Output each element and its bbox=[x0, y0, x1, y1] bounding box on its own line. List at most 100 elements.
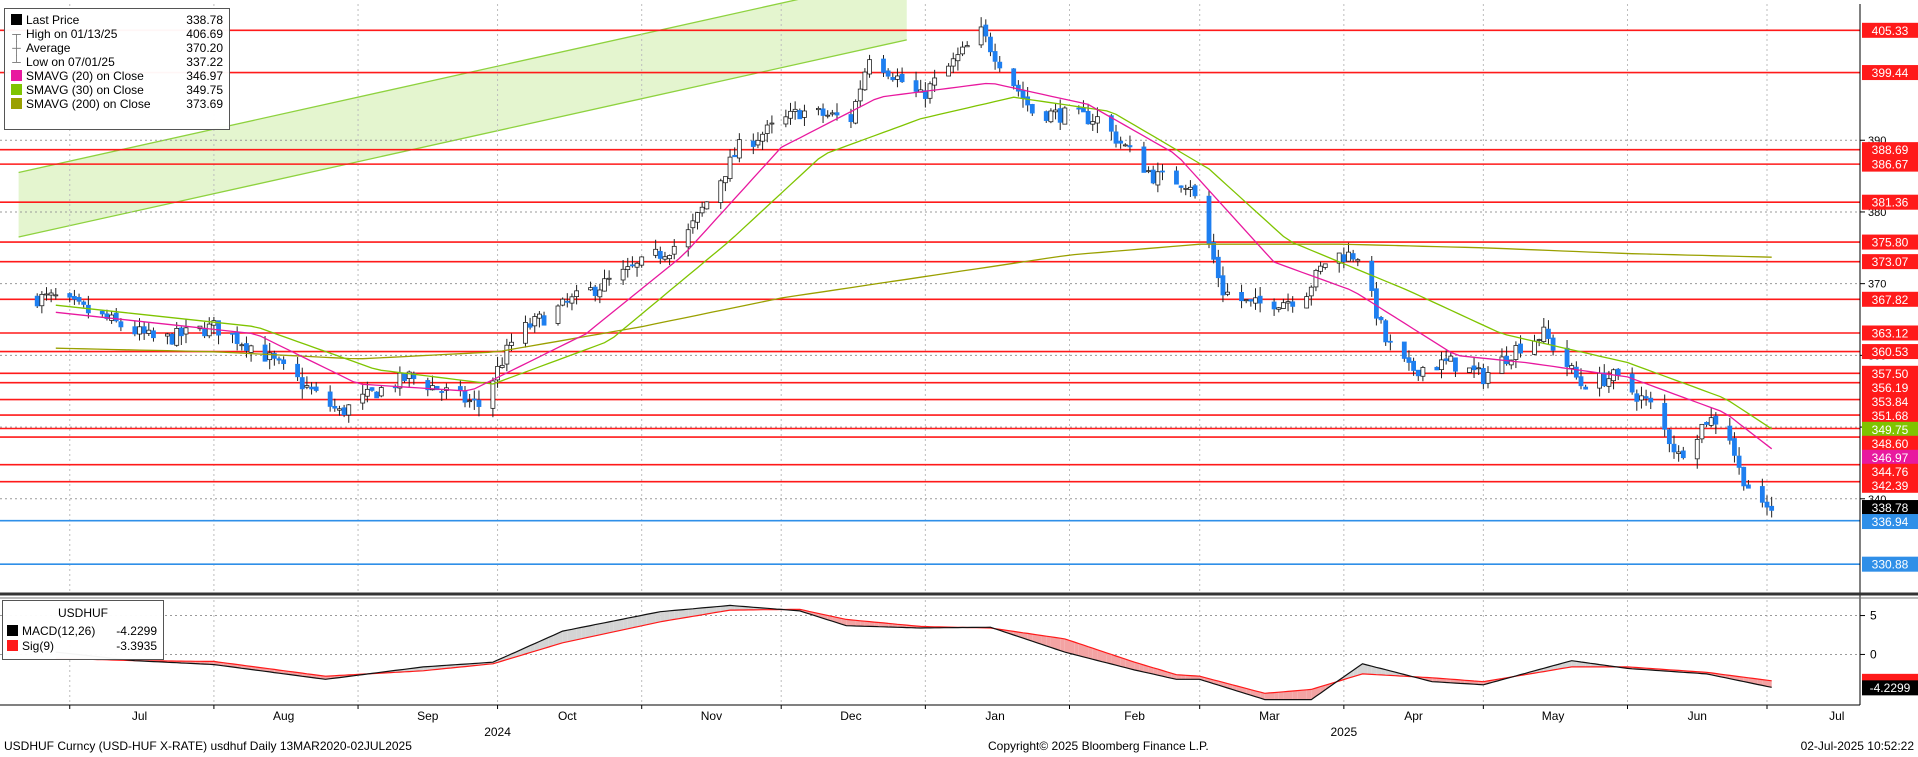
candle-body bbox=[848, 114, 854, 123]
candle-body bbox=[1174, 170, 1179, 185]
candle-body bbox=[695, 212, 700, 223]
candle-body bbox=[1704, 422, 1709, 425]
candle-body bbox=[820, 108, 826, 116]
macd-histogram-fill bbox=[1074, 642, 1079, 656]
level-label-text: 405.33 bbox=[1872, 24, 1909, 38]
candle-body bbox=[1643, 396, 1649, 399]
candle-body bbox=[1420, 367, 1426, 377]
axis-tick-label: 370 bbox=[1868, 279, 1886, 291]
candle-body bbox=[1471, 365, 1477, 371]
month-label: Dec bbox=[840, 709, 861, 723]
candle-body bbox=[946, 65, 951, 77]
candle-body bbox=[1671, 443, 1677, 453]
candle-body bbox=[81, 301, 87, 305]
candle-body bbox=[639, 256, 645, 266]
candle-body bbox=[1732, 438, 1737, 456]
candle-body bbox=[662, 256, 668, 260]
level-label-text: 330.88 bbox=[1872, 558, 1909, 572]
macd-histogram-fill bbox=[641, 614, 647, 626]
level-label-text: 360.53 bbox=[1872, 345, 1909, 359]
level-label-text: 386.67 bbox=[1872, 158, 1909, 172]
level-label-text: 373.07 bbox=[1872, 255, 1909, 269]
candle-body bbox=[44, 293, 49, 296]
candle-body bbox=[1350, 253, 1356, 260]
candle-body bbox=[950, 58, 956, 67]
time-axis: Jul Aug Sep Oct Nov Dec Jan Feb Mar Apr May Jun Jul 2… bbox=[0, 704, 1860, 739]
level-label-text: 353.84 bbox=[1872, 395, 1909, 409]
candle-body bbox=[174, 328, 180, 346]
month-label: Feb bbox=[1124, 709, 1145, 723]
level-label-text: 399.44 bbox=[1872, 66, 1909, 80]
macd-histogram-fill bbox=[1283, 691, 1288, 700]
level-label-text: 349.75 bbox=[1872, 423, 1909, 437]
candle-body bbox=[1053, 109, 1058, 113]
candle-body bbox=[704, 201, 710, 210]
legend-label: SMAVG (30) on Close bbox=[26, 83, 144, 97]
candle-body bbox=[718, 180, 724, 203]
legend-row-last-price: Last Price 338.78 bbox=[11, 13, 223, 27]
candle-body bbox=[1615, 368, 1621, 376]
level-label-text: 342.39 bbox=[1872, 479, 1909, 493]
candle-body bbox=[1192, 185, 1198, 197]
candle-body bbox=[39, 293, 45, 307]
legend-swatch bbox=[11, 70, 22, 81]
candle-body bbox=[1141, 146, 1147, 173]
candle-body bbox=[1564, 347, 1570, 367]
candle-body bbox=[1281, 302, 1286, 309]
candle-body bbox=[1485, 372, 1491, 384]
macd-histogram-fill bbox=[683, 609, 689, 618]
candle-body bbox=[151, 330, 156, 339]
candle-body bbox=[1155, 171, 1161, 186]
candle-body bbox=[1308, 286, 1314, 297]
macd-histogram-fill bbox=[1064, 638, 1070, 654]
level-label-text: 356.19 bbox=[1872, 381, 1909, 395]
candle-body bbox=[1541, 326, 1547, 343]
macd-histogram-fill bbox=[1306, 689, 1312, 700]
candle-body bbox=[1476, 367, 1482, 370]
level-label-text: 344.76 bbox=[1872, 465, 1909, 479]
candle-body bbox=[932, 77, 938, 86]
candle-body bbox=[1271, 301, 1277, 310]
legend-value: 406.69 bbox=[186, 27, 223, 41]
level-label-text: 388.69 bbox=[1872, 143, 1909, 157]
candle-body bbox=[1480, 368, 1486, 385]
candle-body bbox=[978, 26, 984, 46]
candle-body bbox=[1680, 450, 1686, 459]
candle-body bbox=[1020, 90, 1026, 99]
candle-body bbox=[764, 124, 770, 134]
macd-histogram-fill bbox=[572, 628, 577, 641]
candle-body bbox=[76, 296, 82, 302]
candle-body bbox=[1606, 378, 1612, 387]
macd-histogram-fill bbox=[590, 624, 596, 637]
footer-copyright: Copyright© 2025 Bloomberg Finance L.P. bbox=[988, 739, 1209, 753]
legend-label: Sig(9) bbox=[22, 639, 55, 653]
legend-swatch bbox=[11, 84, 22, 95]
legend-row-sma20: SMAVG (20) on Close 346.97 bbox=[11, 69, 223, 83]
level-label-text: 351.68 bbox=[1872, 409, 1909, 423]
candle-body bbox=[327, 391, 333, 407]
candle-body bbox=[867, 59, 872, 75]
legend-value: 337.22 bbox=[186, 55, 223, 69]
legend-value: 349.75 bbox=[186, 83, 223, 97]
candle-body bbox=[630, 264, 635, 267]
candle-body bbox=[471, 398, 477, 401]
candle-body bbox=[1322, 263, 1328, 268]
candle-body bbox=[132, 326, 138, 335]
macd-histogram-fill bbox=[613, 620, 619, 632]
level-label-text: 375.80 bbox=[1872, 236, 1909, 250]
price-legend: Last Price 338.78 ┬ High on 01/13/25 406.69… bbox=[4, 8, 230, 130]
legend-label: SMAVG (20) on Close bbox=[26, 69, 144, 83]
level-label-text: 357.50 bbox=[1872, 367, 1909, 381]
macd-histogram-fill bbox=[562, 630, 568, 643]
month-label: Jul bbox=[1829, 709, 1844, 723]
legend-swatch bbox=[7, 640, 18, 651]
macd-line bbox=[55, 604, 1772, 701]
candle-body bbox=[206, 323, 212, 337]
candle-body bbox=[1443, 358, 1449, 362]
level-label-text: 367.82 bbox=[1872, 293, 1909, 307]
candle-body bbox=[337, 408, 342, 411]
candle-body bbox=[857, 88, 863, 102]
candle-body bbox=[271, 352, 277, 359]
candle-body bbox=[178, 327, 184, 337]
candle-body bbox=[374, 391, 380, 399]
